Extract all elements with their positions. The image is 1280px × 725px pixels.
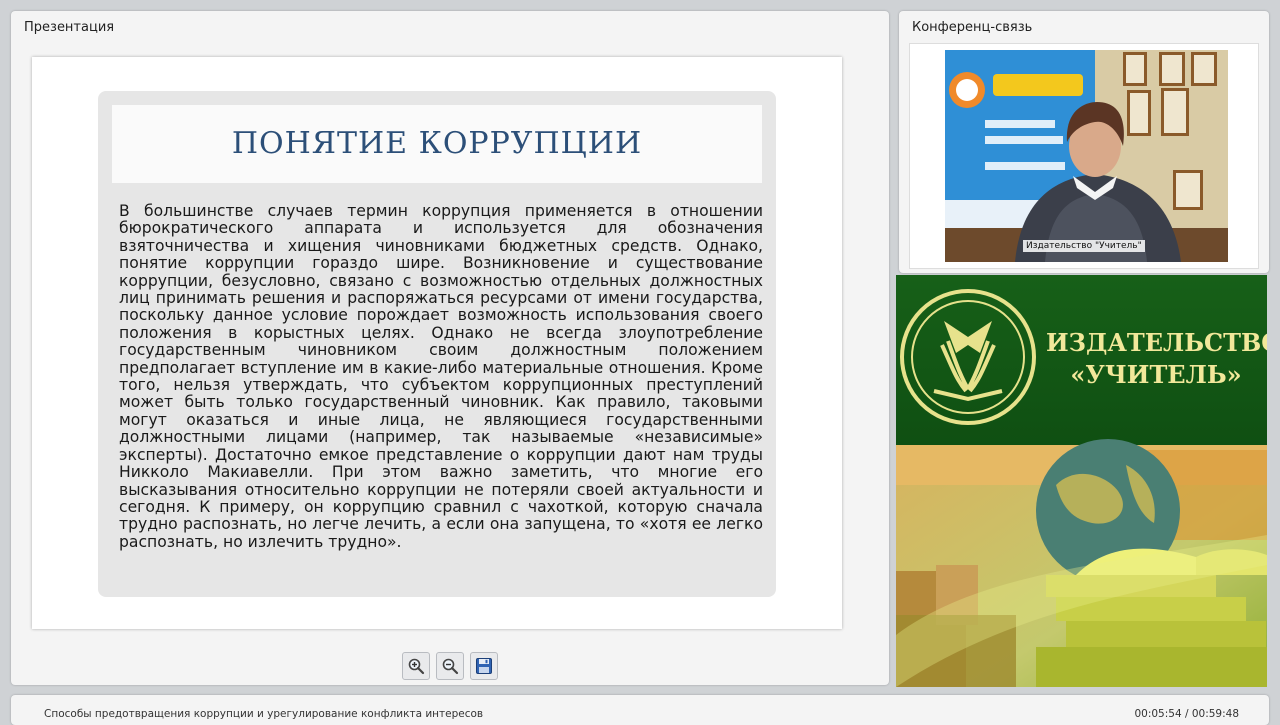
- slide-card: ПОНЯТИЕ КОРРУПЦИИ В большинстве случаев …: [98, 91, 776, 597]
- publisher-banner: ИЗДАТЕЛЬСТВО «УЧИТЕЛЬ»: [896, 275, 1267, 687]
- presentation-panel: Презентация ПОНЯТИЕ КОРРУПЦИИ В большинс…: [11, 11, 889, 685]
- slide-title: ПОНЯТИЕ КОРРУПЦИИ: [231, 126, 643, 161]
- publisher-name-line1: ИЗДАТЕЛЬСТВО: [1046, 328, 1267, 357]
- bottom-status-bar: Способы предотвращения коррупции и урегу…: [11, 695, 1269, 725]
- zoom-in-icon: [408, 658, 425, 675]
- publisher-name-line2: «УЧИТЕЛЬ»: [1070, 360, 1242, 389]
- video-frame: Издательство "Учитель": [909, 43, 1259, 269]
- slide-view[interactable]: ПОНЯТИЕ КОРРУПЦИИ В большинстве случаев …: [32, 57, 842, 629]
- slide-title-band: ПОНЯТИЕ КОРРУПЦИИ: [112, 105, 762, 183]
- conference-panel: Конференц-связь Издательство "Учитель": [899, 11, 1269, 273]
- zoom-out-icon: [442, 658, 459, 675]
- course-title: Способы предотвращения коррупции и урегу…: [44, 708, 484, 720]
- webcam-video[interactable]: Издательство "Учитель": [945, 50, 1228, 262]
- presentation-panel-title: Презентация: [24, 20, 115, 35]
- publisher-name: ИЗДАТЕЛЬСТВО «УЧИТЕЛЬ»: [1046, 327, 1267, 391]
- webcam-scene: [945, 50, 1228, 262]
- save-button[interactable]: [470, 652, 498, 680]
- zoom-out-button[interactable]: [436, 652, 464, 680]
- conference-panel-title: Конференц-связь: [912, 20, 1033, 35]
- zoom-in-button[interactable]: [402, 652, 430, 680]
- playback-time: 00:05:54 / 00:59:48: [1134, 708, 1239, 720]
- floppy-disk-icon: [476, 658, 492, 674]
- video-label: Издательство "Учитель": [1023, 240, 1145, 252]
- slide-body-text: В большинстве случаев термин коррупция п…: [119, 202, 763, 551]
